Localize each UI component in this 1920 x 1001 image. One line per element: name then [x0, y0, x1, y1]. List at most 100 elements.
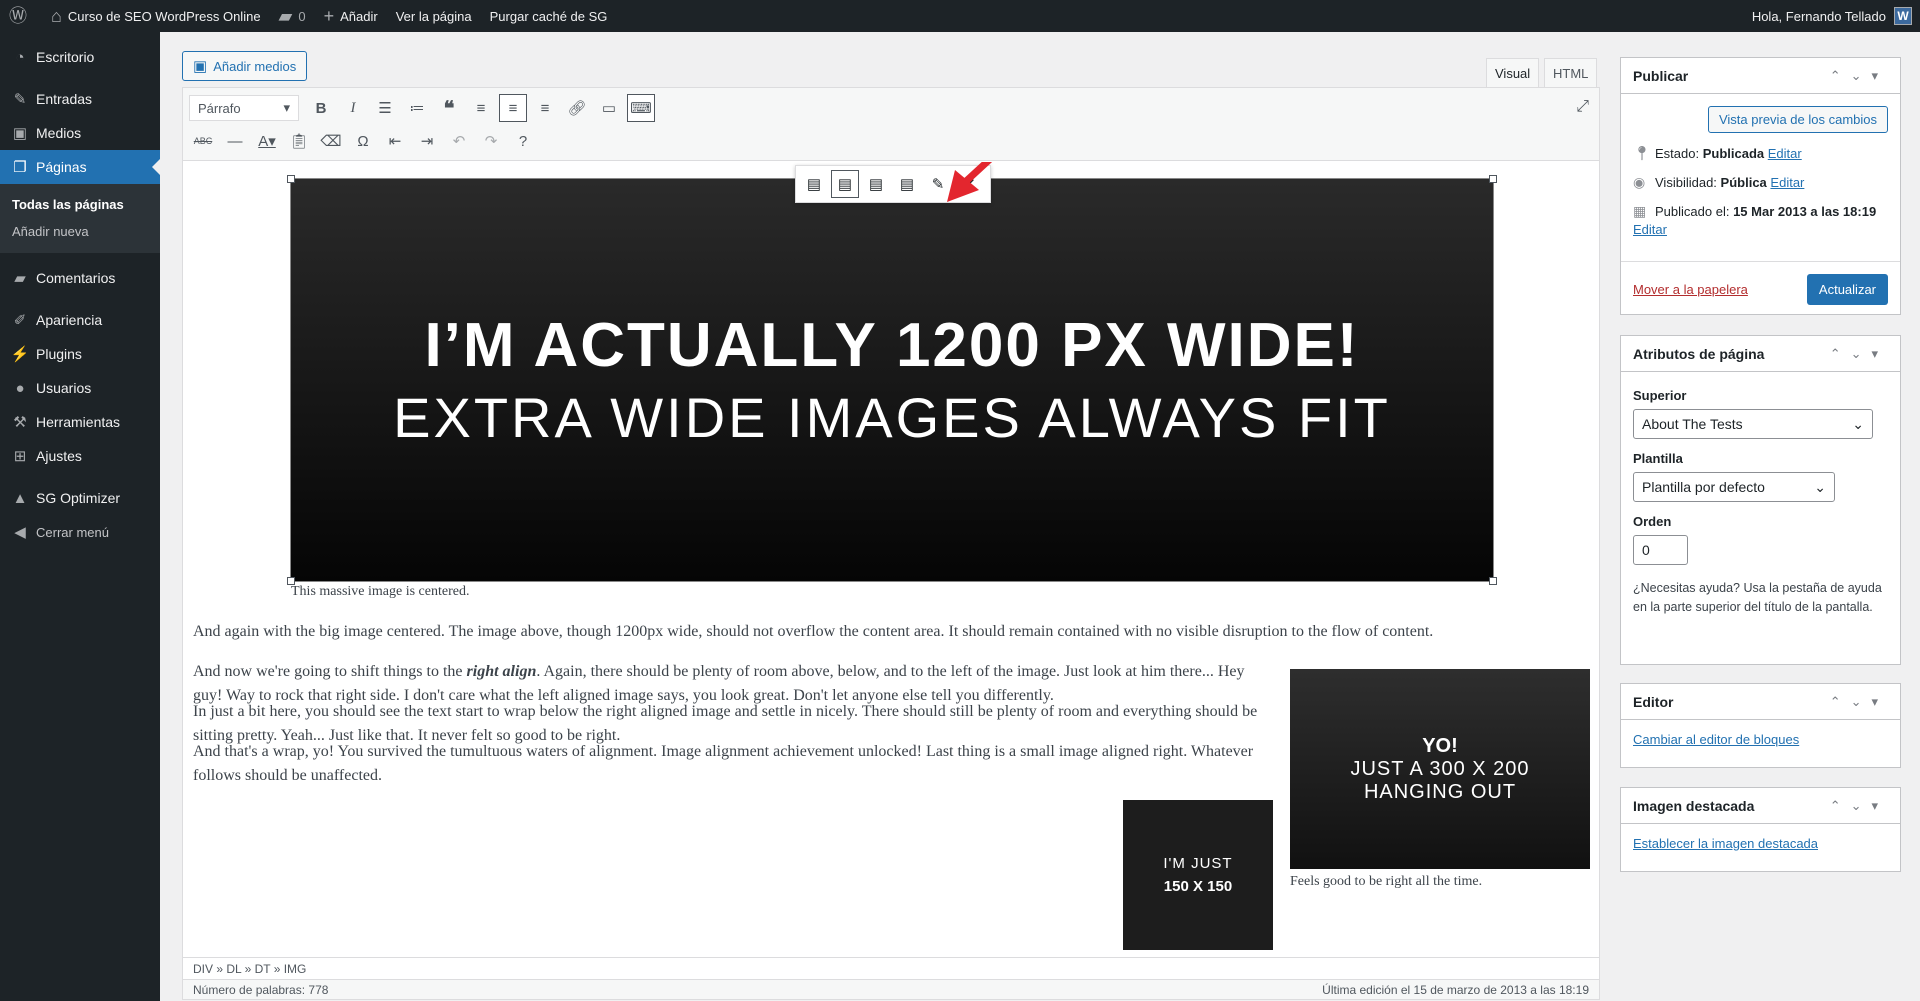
brush-icon: ✐	[13, 312, 27, 329]
read-more-button[interactable]: ▭	[595, 94, 623, 122]
avatar: W	[1894, 7, 1912, 25]
account-menu[interactable]: Hola, Fernando Tellado W	[1743, 0, 1920, 32]
switch-to-block-editor-link[interactable]: Cambiar al editor de bloques	[1633, 732, 1799, 747]
editor-toolbar: Párrafo ▾ B I ☰ ≔ ❝ ≡ ≡ ≡ 🔗︎ ▭ ⌨ ABC — A▾…	[183, 88, 1599, 161]
set-featured-image-link[interactable]: Establecer la imagen destacada	[1633, 836, 1818, 851]
text-color-button[interactable]: A▾	[253, 127, 281, 155]
template-label: Plantilla	[1633, 451, 1683, 466]
template-select[interactable]: Plantilla por defecto ⌄	[1633, 472, 1835, 502]
submenu-all-pages[interactable]: Todas las páginas	[0, 191, 160, 218]
update-button[interactable]: Actualizar	[1806, 274, 1888, 305]
resize-handle[interactable]	[1489, 175, 1497, 183]
purge-cache-link[interactable]: Purgar caché de SG	[481, 0, 617, 32]
edit-visibility-link[interactable]: Editar	[1770, 175, 1804, 190]
comments-link[interactable]: ▰ 0	[270, 0, 315, 32]
align-left-button[interactable]: ≡	[467, 94, 495, 122]
menu-item-tools[interactable]: ⚒ Herramientas	[0, 405, 160, 439]
toolbar-toggle-button[interactable]: ⌨	[627, 94, 655, 122]
special-character-button[interactable]: Ω	[349, 127, 377, 155]
resize-handle[interactable]	[287, 175, 295, 183]
collapse-menu-button[interactable]: ◀ Cerrar menú	[0, 515, 160, 549]
submenu-add-new[interactable]: Añadir nueva	[0, 218, 160, 245]
editor-switch-box: Editor ⌃⌄▾ Cambiar al editor de bloques	[1620, 683, 1901, 768]
menu-item-pages[interactable]: ❐ Páginas	[0, 150, 160, 184]
box-controls-icon[interactable]: ⌃⌄▾	[1830, 798, 1888, 814]
publish-box: Publicar ⌃⌄▾ Vista previa de los cambios …	[1620, 57, 1901, 315]
image-align-left-icon[interactable]: ▤	[800, 170, 828, 198]
horizontal-line-button[interactable]: —	[221, 127, 249, 155]
menu-item-posts[interactable]: ✎ Entradas	[0, 82, 160, 116]
comment-icon: ▰	[14, 270, 26, 287]
publish-title: Publicar	[1633, 67, 1689, 84]
add-new-link[interactable]: + Añadir	[315, 0, 387, 32]
site-name-link[interactable]: ⌂ Curso de SEO WordPress Online	[42, 0, 270, 32]
edit-date-link[interactable]: Editar	[1633, 222, 1667, 237]
menu-item-comments[interactable]: ▰ Comentarios	[0, 261, 160, 295]
red-arrow-annotation	[947, 162, 993, 202]
right-aligned-image[interactable]: YO! JUST A 300 X 200 HANGING OUT	[1290, 669, 1590, 869]
small-image[interactable]: I'M JUST 150 X 150	[1123, 800, 1273, 950]
format-select[interactable]: Párrafo ▾	[189, 95, 299, 121]
indent-button[interactable]: ⇥	[413, 127, 441, 155]
resize-handle[interactable]	[1489, 577, 1497, 585]
tab-visual[interactable]: Visual	[1486, 58, 1540, 88]
menu-item-dashboard[interactable]: ◔ Escritorio	[0, 40, 160, 74]
link-button[interactable]: 🔗︎	[563, 94, 591, 122]
calendar-icon: ▦	[1633, 203, 1647, 219]
menu-item-appearance[interactable]: ✐ Apariencia	[0, 303, 160, 337]
menu-item-plugins[interactable]: ⚡ Plugins	[0, 337, 160, 371]
preview-changes-button[interactable]: Vista previa de los cambios	[1707, 106, 1888, 133]
undo-button[interactable]: ↶	[445, 127, 473, 155]
menu-item-users[interactable]: ● Usuarios	[0, 371, 160, 405]
tab-html[interactable]: HTML	[1544, 58, 1598, 88]
numbered-list-button[interactable]: ≔	[403, 94, 431, 122]
align-center-button[interactable]: ≡	[499, 94, 527, 122]
italic-button[interactable]: I	[339, 94, 367, 122]
page-attributes-box: Atributos de página ⌃⌄▾ Superior About Th…	[1620, 335, 1901, 665]
media-icon: ▣	[193, 58, 208, 75]
add-media-button[interactable]: ▣ Añadir medios	[182, 51, 308, 81]
menu-item-sg-optimizer[interactable]: ▲ SG Optimizer	[0, 481, 160, 515]
fullscreen-icon[interactable]: ⤢	[1576, 98, 1589, 116]
blockquote-button[interactable]: ❝	[435, 94, 463, 122]
edit-status-link[interactable]: Editar	[1768, 146, 1802, 161]
element-path: DIV » DL » DT » IMG	[183, 957, 1599, 979]
align-right-button[interactable]: ≡	[531, 94, 559, 122]
help-button[interactable]: ?	[509, 127, 537, 155]
chevron-down-icon: ⌄	[1814, 478, 1826, 495]
paste-text-button[interactable]: 📋︎	[285, 127, 313, 155]
parent-select[interactable]: About The Tests ⌄	[1633, 409, 1873, 439]
plus-icon: +	[323, 6, 335, 26]
image-align-center-icon[interactable]: ▤	[831, 170, 859, 198]
media-icon: ▣	[12, 125, 28, 142]
wordpress-logo-icon[interactable]: Ⓦ	[0, 0, 42, 32]
big-image[interactable]: I’M ACTUALLY 1200 PX WIDE! EXTRA WIDE IM…	[290, 178, 1494, 582]
last-edit: Última edición el 15 de marzo de 2013 a …	[1322, 983, 1589, 997]
move-to-trash-link[interactable]: Mover a la papelera	[1633, 282, 1748, 297]
redo-button[interactable]: ↷	[477, 127, 505, 155]
box-controls-icon[interactable]: ⌃⌄▾	[1830, 346, 1888, 362]
box-controls-icon[interactable]: ⌃⌄▾	[1830, 68, 1888, 84]
settings-icon: ⊞	[13, 448, 27, 465]
pages-icon: ❐	[13, 159, 27, 176]
paragraph-1: And again with the big image centered. T…	[193, 623, 1434, 640]
view-page-link[interactable]: Ver la página	[387, 0, 481, 32]
right-image-caption: Feels good to be right all the time.	[1290, 874, 1483, 889]
user-icon: ●	[15, 379, 25, 397]
strikethrough-button[interactable]: ABC	[189, 127, 217, 155]
bold-button[interactable]: B	[307, 94, 335, 122]
bullet-list-button[interactable]: ☰	[371, 94, 399, 122]
admin-menu: ◔ Escritorio ✎ Entradas ▣ Medios ❐ Páginas T…	[0, 32, 160, 1001]
image-no-align-icon[interactable]: ▤	[893, 170, 921, 198]
comment-bubble-icon: ▰	[278, 6, 293, 26]
menu-item-settings[interactable]: ⊞ Ajustes	[0, 439, 160, 473]
featured-image-box: Imagen destacada ⌃⌄▾ Establecer la imagen…	[1620, 787, 1901, 872]
attributes-title: Atributos de página	[1633, 345, 1765, 362]
box-controls-icon[interactable]: ⌃⌄▾	[1830, 694, 1888, 710]
image-align-right-icon[interactable]: ▤	[862, 170, 890, 198]
editor-content[interactable]: I’M ACTUALLY 1200 PX WIDE! EXTRA WIDE IM…	[183, 162, 1599, 957]
order-input[interactable]: 0	[1633, 535, 1688, 565]
menu-item-media[interactable]: ▣ Medios	[0, 116, 160, 150]
outdent-button[interactable]: ⇤	[381, 127, 409, 155]
clear-formatting-button[interactable]: ⌫	[317, 127, 345, 155]
